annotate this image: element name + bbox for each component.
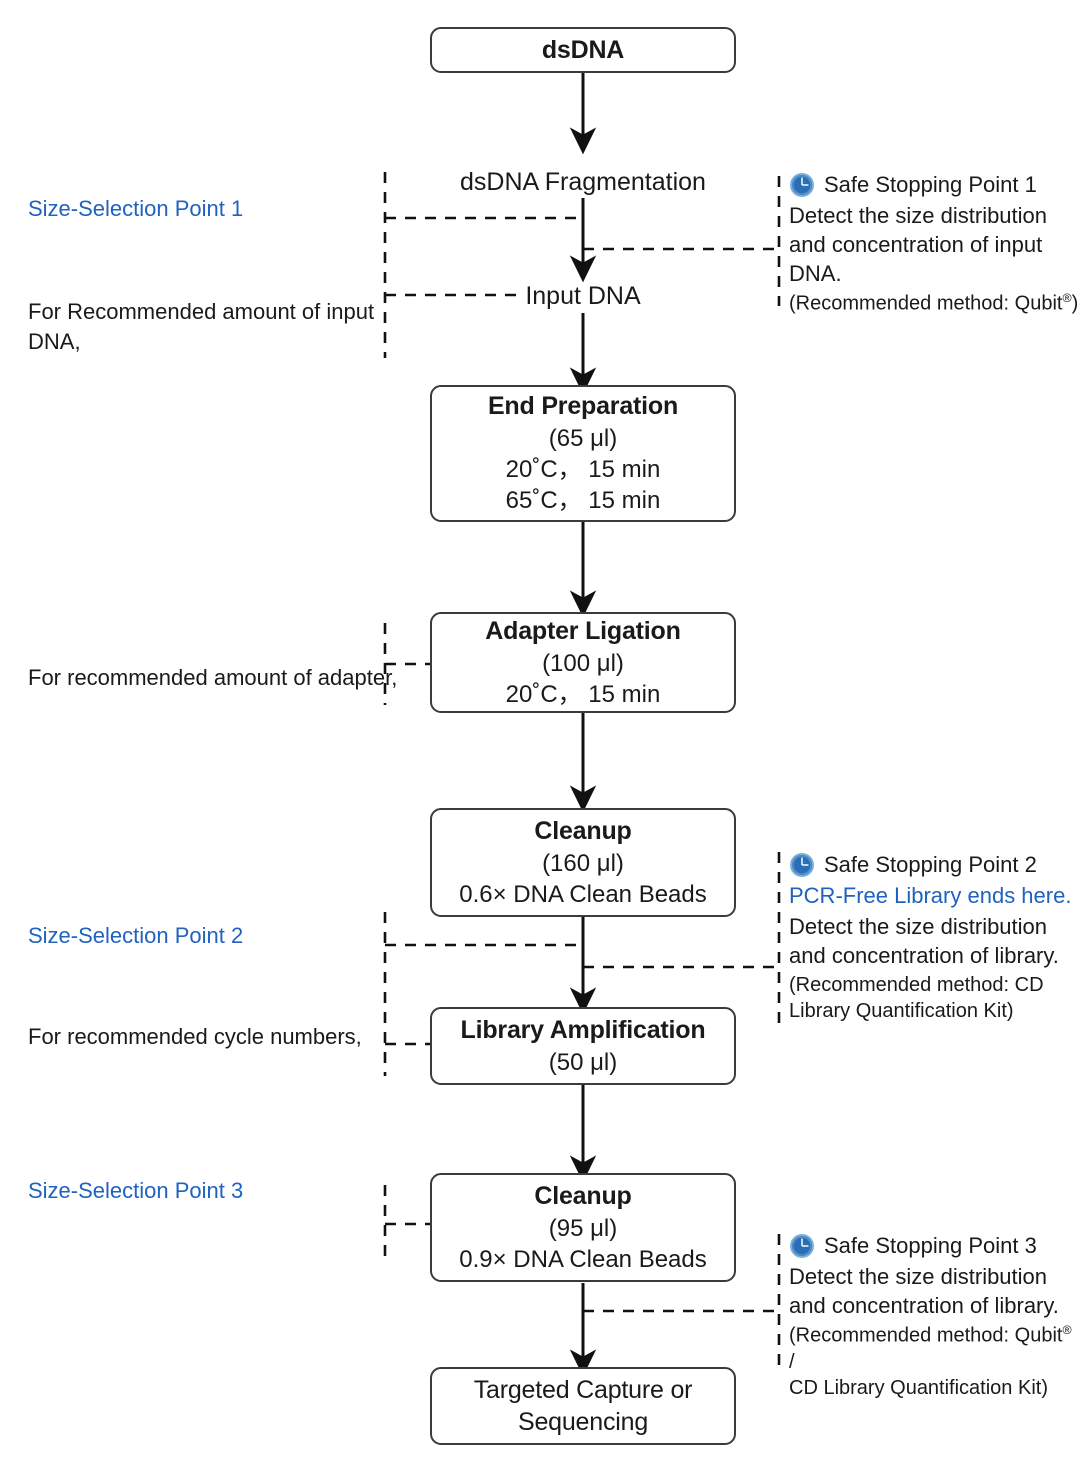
node-end-preparation-line4: 65˚C， 15 min (505, 487, 661, 515)
node-library-amplification[interactable]: Library Amplification (50 μl) (430, 1007, 736, 1085)
node-cleanup-1-volume: (160 μl) (542, 849, 624, 877)
node-cleanup-2[interactable]: Cleanup (95 μl) 0.9× DNA Clean Beads (430, 1173, 736, 1282)
note-ssp2-blue-line: PCR-Free Library ends here. (789, 883, 1072, 909)
label-size-selection-point-3[interactable]: Size-Selection Point 3 (28, 1176, 243, 1206)
stage-label-fragmentation: dsDNA Fragmentation (460, 168, 706, 196)
node-library-amplification-volume: (50 μl) (548, 1048, 618, 1076)
note-ssp1-method-tail: ) (1071, 293, 1079, 316)
note-ssp3-body-line1: Detect the size distribution (789, 1264, 1048, 1290)
note-ssp1-heading-row: Safe Stopping Point 1 (789, 172, 1079, 198)
note-ssp3-method-text: (Recommended method: Qubit (789, 1325, 1063, 1348)
note-ssp2-method-line1: (Recommended method: CD (789, 973, 1044, 996)
node-end-preparation-volume: (65 μl) (548, 424, 618, 452)
note-safe-stopping-point-2: Safe Stopping Point 2 PCR-Free Library e… (789, 852, 1079, 1024)
label-input-amount-line1: For Recommended amount of input (28, 299, 375, 324)
note-ssp2-heading-row: Safe Stopping Point 2 (789, 852, 1079, 878)
note-ssp3-method-sup: ® (1062, 1323, 1072, 1338)
node-end-preparation[interactable]: End Preparation (65 μl) 20˚C， 15 min 65˚… (430, 385, 736, 522)
node-cleanup-1[interactable]: Cleanup (160 μl) 0.6× DNA Clean Beads (430, 808, 736, 917)
node-end-preparation-title: End Preparation (487, 392, 679, 421)
node-cleanup-1-title: Cleanup (534, 817, 632, 846)
node-cleanup-2-title: Cleanup (534, 1182, 632, 1211)
note-ssp3-heading-row: Safe Stopping Point 3 (789, 1233, 1079, 1259)
node-dsdna[interactable]: dsDNA (430, 27, 736, 73)
workflow-diagram: dsDNA dsDNA Fragmentation Input DNA End … (0, 0, 1080, 1476)
note-ssp2-body-line1: Detect the size distribution (789, 913, 1048, 939)
label-input-amount-line2: DNA, (28, 328, 81, 354)
label-size-selection-point-1[interactable]: Size-Selection Point 1 (28, 194, 243, 224)
note-ssp2-method: (Recommended method: CD Library Quantifi… (789, 972, 1079, 1024)
label-adapter-amount: For recommended amount of adapter, (28, 665, 398, 690)
note-ssp1-body-line2: and concentration of input (789, 232, 1043, 258)
note-ssp3-method-tail: / (789, 1351, 795, 1374)
note-ssp3-method-line2: CD Library Quantification Kit) (789, 1377, 1048, 1400)
note-ssp1-body: Detect the size distribution and concent… (789, 201, 1079, 288)
note-ssp3-heading: Safe Stopping Point 3 (824, 1233, 1037, 1258)
node-targeted-capture-line2: Sequencing (517, 1408, 649, 1436)
stage-label-input-dna: Input DNA (525, 282, 641, 310)
note-safe-stopping-point-3: Safe Stopping Point 3 Detect the size di… (789, 1233, 1079, 1401)
node-library-amplification-title: Library Amplification (460, 1016, 706, 1045)
node-adapter-ligation[interactable]: Adapter Ligation (100 μl) 20˚C， 15 min (430, 612, 736, 713)
note-ssp1-body-line3: DNA. (789, 261, 842, 287)
note-ssp3-body-line2: and concentration of library. (789, 1293, 1059, 1319)
note-ssp2-heading: Safe Stopping Point 2 (824, 852, 1037, 877)
note-ssp3-method: (Recommended method: Qubit® / CD Library… (789, 1322, 1079, 1401)
clock-icon (790, 853, 814, 878)
node-end-preparation-line3: 20˚C， 15 min (505, 456, 661, 484)
label-input-amount: For Recommended amount of input DNA, (28, 297, 374, 357)
note-ssp1-method-sup: ® (1062, 291, 1072, 306)
node-targeted-capture[interactable]: Targeted Capture or Sequencing (430, 1367, 736, 1445)
node-adapter-ligation-title: Adapter Ligation (485, 617, 681, 646)
note-ssp2-method-line2: Library Quantification Kit) (789, 999, 1014, 1022)
note-ssp2-body-line2: and concentration of library. (789, 942, 1059, 968)
node-adapter-ligation-volume: (100 μl) (542, 649, 624, 677)
note-ssp1-method-text: (Recommended method: Qubit (789, 293, 1063, 316)
note-ssp1-heading: Safe Stopping Point 1 (824, 172, 1037, 197)
note-ssp3-method-row1: (Recommended method: Qubit® / (789, 1322, 1079, 1375)
label-cycle-numbers: For recommended cycle numbers, (28, 1024, 362, 1049)
node-cleanup-2-line3: 0.9× DNA Clean Beads (459, 1245, 707, 1273)
note-ssp3-body: Detect the size distribution and concent… (789, 1262, 1079, 1320)
note-ssp2-body: Detect the size distribution and concent… (789, 912, 1079, 970)
note-ssp1-body-line1: Detect the size distribution (789, 203, 1048, 229)
note-safe-stopping-point-1: Safe Stopping Point 1 Detect the size di… (789, 172, 1079, 317)
label-size-selection-point-2[interactable]: Size-Selection Point 2 (28, 921, 243, 951)
node-dsdna-title: dsDNA (541, 35, 625, 64)
node-cleanup-1-line3: 0.6× DNA Clean Beads (459, 880, 707, 908)
node-targeted-capture-line1: Targeted Capture or (473, 1375, 693, 1404)
clock-icon (790, 1234, 814, 1259)
node-cleanup-2-volume: (95 μl) (548, 1214, 618, 1242)
note-ssp1-method: (Recommended method: Qubit®) (789, 290, 1079, 317)
node-adapter-ligation-line3: 20˚C， 15 min (505, 680, 661, 708)
clock-icon (790, 173, 814, 198)
